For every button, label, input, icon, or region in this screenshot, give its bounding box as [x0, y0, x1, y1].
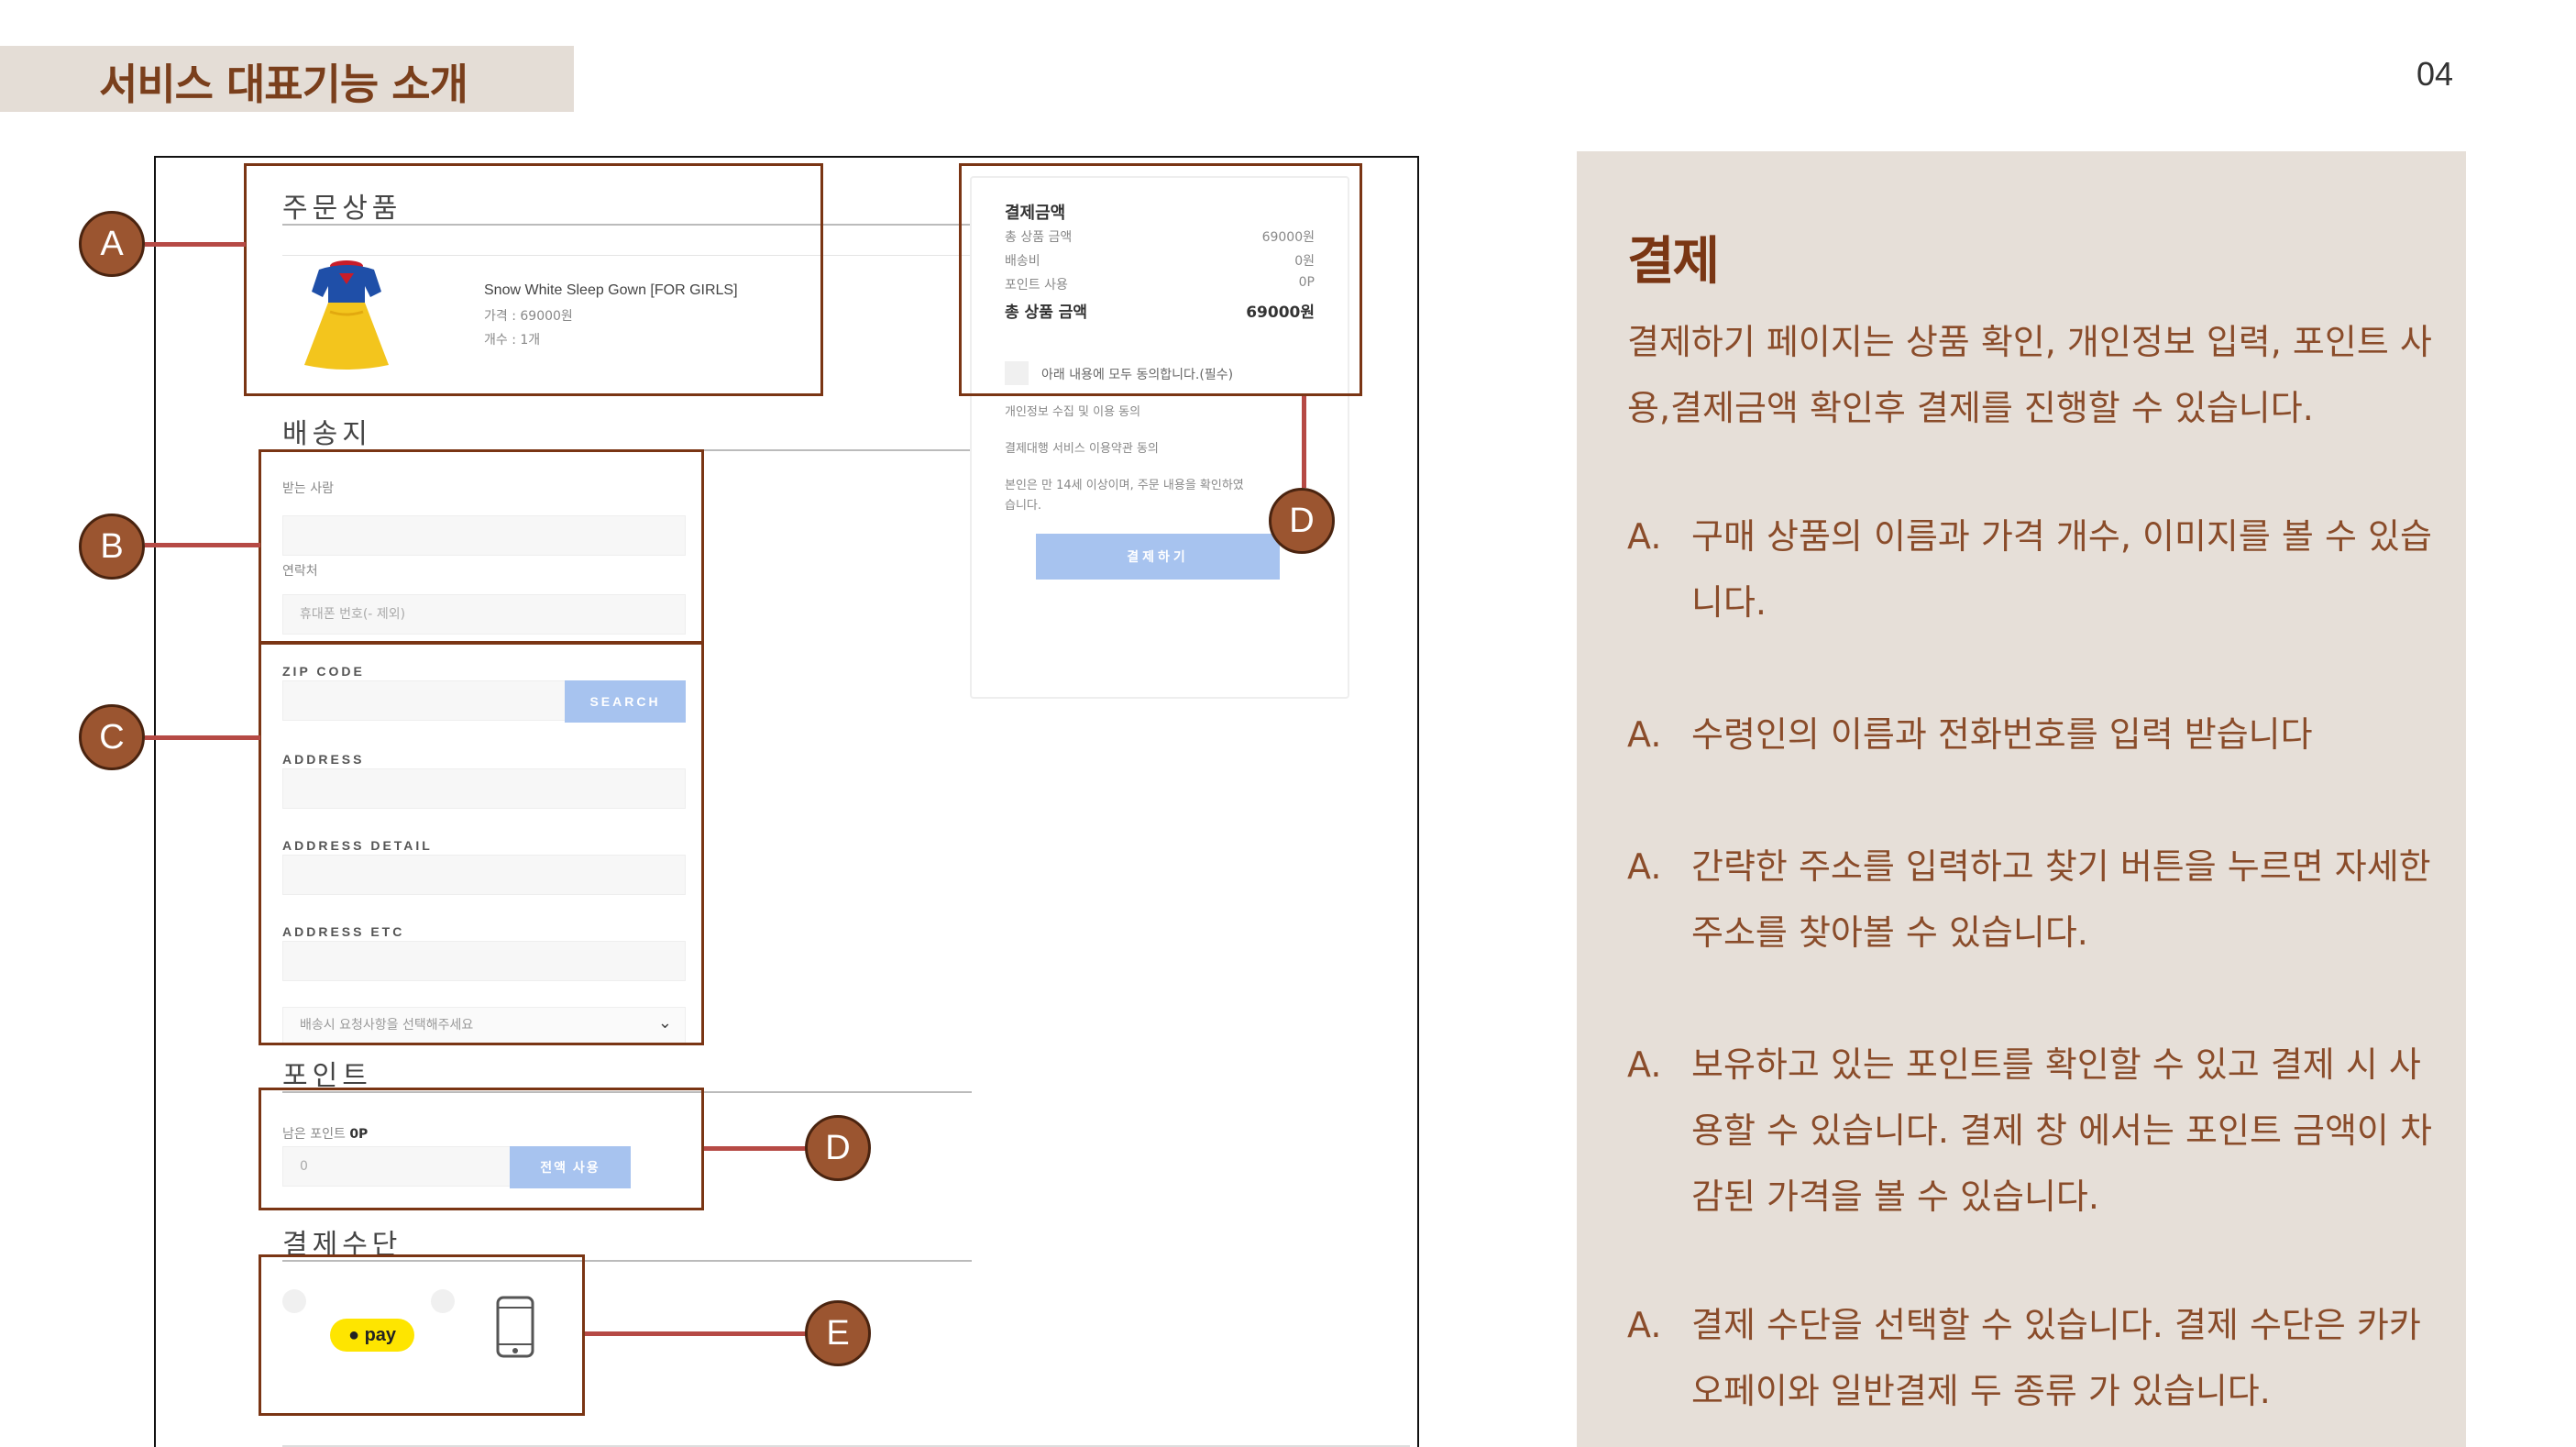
highlight-box-b [259, 449, 704, 644]
description-title: 결제 [1627, 232, 1720, 292]
item-text: 결제 수단을 선택할 수 있습니다. 결제 수단은 카카오페이와 일반결제 두 … [1691, 1305, 2421, 1411]
marker-d-summary: D [1269, 488, 1335, 554]
marker-a: A [79, 211, 145, 277]
item-text: 간략한 주소를 입력하고 찾기 버튼을 누르면 자세한 주소를 찾아볼 수 있습… [1691, 846, 2431, 953]
terms-payment[interactable]: 결제대행 서비스 이용약관 동의 [1005, 438, 1159, 456]
connector-d-summary [1302, 396, 1306, 488]
item-text: 구매 상품의 이름과 가격 개수, 이미지를 볼 수 있습니다. [1691, 516, 2432, 623]
title-banner: 서비스 대표기능 소개 [0, 46, 574, 112]
item-letter: A. [1627, 714, 1662, 755]
pay-button[interactable]: 결제하기 [1036, 534, 1280, 580]
page-number: 04 [2416, 55, 2454, 93]
item-letter: A. [1627, 1305, 1662, 1345]
item-letter: A. [1627, 516, 1662, 557]
description-item: A. 수령인의 이름과 전화번호를 입력 받습니다 [1627, 701, 2452, 768]
terms-privacy[interactable]: 개인정보 수집 및 이용 동의 [1005, 402, 1140, 419]
description-item: A. 간략한 주소를 입력하고 찾기 버튼을 누르면 자세한 주소를 찾아볼 수… [1627, 834, 2452, 966]
highlight-box-d-summary [959, 163, 1362, 396]
terms-age-line2: 습니다. [1005, 499, 1042, 513]
item-letter: A. [1627, 1044, 1662, 1085]
connector-b [145, 543, 260, 547]
description-intro: 결제하기 페이지는 상품 확인, 개인정보 입력, 포인트 사용,결제금액 확인… [1627, 322, 2432, 428]
terms-age-line1: 본인은 만 14세 이상이며, 주문 내용을 확인하였 [1005, 479, 1244, 492]
description-panel: 결제 결제하기 페이지는 상품 확인, 개인정보 입력, 포인트 사용,결제금액… [1577, 151, 2466, 1447]
item-text: 보유하고 있는 포인트를 확인할 수 있고 결제 시 사용할 수 있습니다. 결… [1691, 1044, 2432, 1217]
connector-e [585, 1331, 810, 1336]
item-text: 수령인의 이름과 전화번호를 입력 받습니다 [1691, 714, 2313, 755]
connector-d-points [704, 1146, 810, 1151]
marker-e: E [805, 1300, 871, 1366]
connector-a [145, 242, 246, 247]
marker-c: C [79, 704, 145, 770]
description-item: A. 결제 수단을 선택할 수 있습니다. 결제 수단은 카카오페이와 일반결제… [1627, 1292, 2452, 1424]
highlight-box-a [244, 163, 823, 396]
page-title: 서비스 대표기능 소개 [99, 60, 468, 109]
marker-b: B [79, 514, 145, 580]
highlight-box-e [259, 1254, 585, 1416]
shipping-section-title: 배송지 [282, 418, 372, 450]
description-item: A. 보유하고 있는 포인트를 확인할 수 있고 결제 시 사용할 수 있습니다… [1627, 1032, 2452, 1230]
highlight-box-d-points [259, 1088, 704, 1210]
connector-c [145, 735, 260, 740]
highlight-box-c [259, 642, 704, 1045]
description-item: A. 구매 상품의 이름과 가격 개수, 이미지를 볼 수 있습니다. [1627, 503, 2452, 635]
marker-d-points: D [805, 1115, 871, 1181]
item-letter: A. [1627, 846, 1662, 887]
